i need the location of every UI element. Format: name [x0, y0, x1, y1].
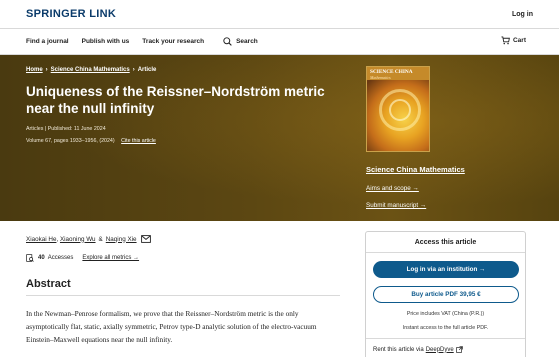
nav-publish[interactable]: Publish with us — [82, 38, 130, 45]
nav-cart-button[interactable]: Cart — [501, 36, 526, 45]
nav-cart-label: Cart — [512, 37, 526, 44]
search-icon — [223, 37, 232, 46]
article-hero: Home › Science China Mathematics › Article U… — [0, 55, 559, 221]
springer-link-logo[interactable]: SPRINGER LINK — [26, 8, 116, 20]
rent-label: Rent this article via — [373, 346, 424, 353]
abstract-divider — [26, 295, 340, 296]
instant-access-note: Instant access to the full article PDF. — [402, 325, 489, 331]
article-volume-line: Volume 67, pages 1933–1956, (2024) Cite … — [26, 138, 156, 144]
journal-name-link[interactable]: Science China Mathematics — [366, 165, 465, 174]
vat-note: Price includes VAT (China (P.R.)) — [406, 311, 485, 317]
author-link[interactable]: Naqing Xie — [106, 236, 137, 243]
journal-cover-image[interactable]: SCIENCE CHINA Mathematics — [366, 66, 430, 152]
article-metrics: 40 Accesses Explore all metrics → — [26, 254, 139, 262]
access-divider — [366, 338, 525, 339]
access-title: Access this article — [414, 239, 477, 246]
cite-article-link[interactable]: Cite this article — [121, 138, 156, 144]
abstract-text: In the Newman–Penrose formalism, we prov… — [26, 309, 317, 344]
breadcrumb-journal[interactable]: Science China Mathematics — [51, 67, 130, 73]
access-divider — [366, 252, 525, 253]
cart-icon — [501, 36, 510, 45]
explore-metrics-link[interactable]: Explore all metrics → — [82, 255, 139, 261]
breadcrumb-separator: › — [45, 67, 48, 73]
breadcrumb-separator: › — [132, 67, 135, 73]
nav-search-button[interactable]: Search — [223, 37, 258, 46]
cover-fractal-art — [389, 99, 411, 121]
author-ampersand: & — [98, 235, 103, 243]
submit-manuscript-link[interactable]: Submit manuscript → — [366, 202, 426, 209]
breadcrumb: Home › Science China Mathematics › Article — [26, 67, 156, 73]
article-title: Uniqueness of the Reissner–Nordström met… — [26, 84, 325, 116]
login-institution-button[interactable]: Log in via an institution → — [373, 261, 519, 278]
article-meta: Articles | Published: 11 June 2024 — [26, 126, 106, 132]
main-nav: Find a journal Publish with us Track you… — [0, 29, 559, 54]
rent-article-line: Rent this article via DeepDyve — [373, 346, 463, 353]
login-link[interactable]: Log in — [512, 11, 533, 18]
accesses-icon — [26, 254, 34, 262]
author-link[interactable]: Xiaokai He — [26, 236, 56, 243]
abstract-heading: Abstract — [26, 278, 71, 290]
accesses-count: 40 — [38, 255, 45, 261]
breadcrumb-current: Article — [137, 67, 157, 73]
breadcrumb-home[interactable]: Home — [26, 67, 43, 73]
nav-search-label: Search — [236, 38, 258, 45]
cover-subtitle: Mathematics — [370, 75, 391, 80]
top-bar: SPRINGER LINK Log in — [0, 0, 559, 28]
author-list: Xiaokai He, Xiaoning Wu & Naqing Xie — [26, 235, 151, 243]
aims-scope-link[interactable]: Aims and scope → — [366, 185, 419, 192]
accesses-label: Accesses — [47, 255, 74, 261]
nav-track-research[interactable]: Track your research — [142, 38, 204, 45]
buy-article-button[interactable]: Buy article PDF 39,95 € — [373, 286, 519, 303]
author-link[interactable]: Xiaoning Wu — [60, 236, 96, 243]
author-separator: , — [56, 235, 59, 243]
article-type: Articles — [26, 126, 44, 132]
published-date: Published: 11 June 2024 — [47, 126, 106, 132]
volume-pages: Volume 67, pages 1933–1956, (2024) — [26, 138, 115, 144]
deepdyve-link[interactable]: DeepDyve — [426, 347, 454, 353]
email-icon[interactable] — [140, 235, 151, 243]
access-article-box: Access this article Log in via an instit… — [365, 231, 526, 357]
nav-find-journal[interactable]: Find a journal — [26, 38, 69, 45]
external-link-icon — [455, 346, 463, 353]
